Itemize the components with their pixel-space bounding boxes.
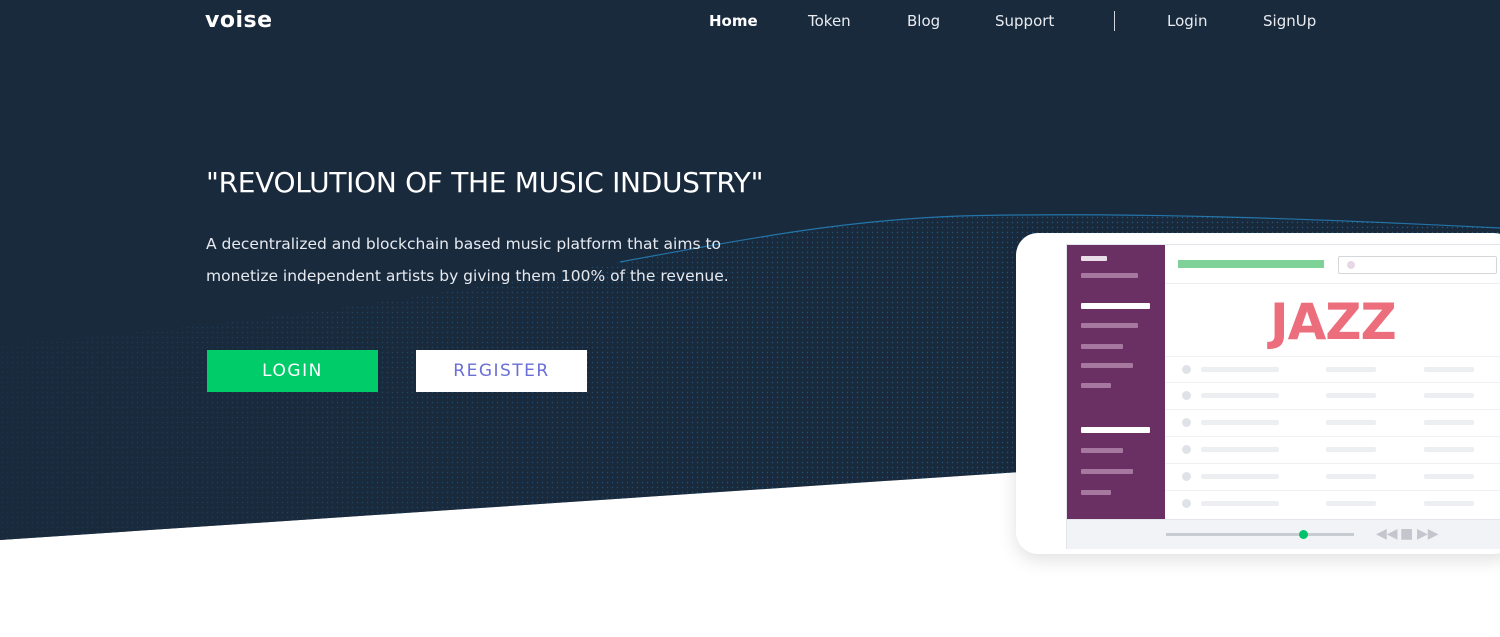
genre-title: JAZZ bbox=[1270, 293, 1397, 351]
track-album bbox=[1424, 447, 1474, 452]
header-divider bbox=[1165, 283, 1500, 284]
track-dot-icon bbox=[1182, 499, 1191, 508]
sidebar-item bbox=[1081, 469, 1133, 474]
track-dot-icon bbox=[1182, 391, 1191, 400]
player-progress-knob bbox=[1298, 530, 1308, 539]
sidebar-item bbox=[1081, 490, 1111, 495]
nav-login[interactable]: Login bbox=[1167, 12, 1207, 30]
player-progress-track bbox=[1166, 533, 1354, 536]
brand-logo[interactable]: voise bbox=[205, 8, 273, 33]
track-artist bbox=[1326, 393, 1376, 398]
top-navigation: voise Home Token Blog Support Login Sign… bbox=[0, 0, 1500, 44]
track-title bbox=[1201, 501, 1279, 506]
device-mockup: JAZZ ◀◀ ■ ▶▶ bbox=[1016, 233, 1500, 554]
app-search-box bbox=[1338, 256, 1497, 274]
track-row bbox=[1165, 409, 1500, 436]
sidebar-section-heading bbox=[1081, 303, 1150, 309]
nav-blog[interactable]: Blog bbox=[907, 12, 940, 30]
register-button[interactable]: REGISTER bbox=[416, 350, 587, 392]
track-album bbox=[1424, 393, 1474, 398]
sidebar-item bbox=[1081, 323, 1138, 328]
track-album bbox=[1424, 367, 1474, 372]
track-artist bbox=[1326, 501, 1376, 506]
nav-home[interactable]: Home bbox=[709, 12, 758, 30]
track-row bbox=[1165, 356, 1500, 383]
track-artist bbox=[1326, 367, 1376, 372]
sidebar-section-heading bbox=[1081, 427, 1150, 433]
track-artist bbox=[1326, 474, 1376, 479]
track-row bbox=[1165, 436, 1500, 463]
search-icon bbox=[1347, 261, 1355, 269]
track-row bbox=[1165, 490, 1500, 517]
rewind-icon: ◀◀ bbox=[1376, 526, 1398, 542]
fast-forward-icon: ▶▶ bbox=[1417, 526, 1439, 542]
stop-icon: ■ bbox=[1400, 526, 1414, 542]
hero-section: voise Home Token Blog Support Login Sign… bbox=[0, 0, 1500, 637]
nav-support[interactable]: Support bbox=[995, 12, 1054, 30]
track-title bbox=[1201, 474, 1279, 479]
track-title bbox=[1201, 367, 1279, 372]
track-dot-icon bbox=[1182, 418, 1191, 427]
track-title bbox=[1201, 447, 1279, 452]
nav-divider bbox=[1114, 11, 1115, 31]
track-album bbox=[1424, 501, 1474, 506]
track-album bbox=[1424, 474, 1474, 479]
track-dot-icon bbox=[1182, 445, 1191, 454]
track-artist bbox=[1326, 447, 1376, 452]
app-sidebar bbox=[1067, 245, 1165, 519]
track-row bbox=[1165, 382, 1500, 409]
sidebar-item bbox=[1081, 383, 1111, 388]
header-bar bbox=[1178, 260, 1324, 268]
track-row bbox=[1165, 463, 1500, 490]
hero-subheadline: A decentralized and blockchain based mus… bbox=[206, 235, 729, 285]
app-screen: JAZZ ◀◀ ■ ▶▶ bbox=[1066, 244, 1500, 549]
sidebar-item bbox=[1081, 273, 1138, 278]
nav-token[interactable]: Token bbox=[808, 12, 851, 30]
login-button[interactable]: LOGIN bbox=[207, 350, 378, 392]
track-dot-icon bbox=[1182, 365, 1191, 374]
hero-headline: "REVOLUTION OF THE MUSIC INDUSTRY" bbox=[206, 166, 764, 199]
track-artist bbox=[1326, 420, 1376, 425]
sidebar-item bbox=[1081, 363, 1133, 368]
nav-signup[interactable]: SignUp bbox=[1263, 12, 1316, 30]
track-dot-icon bbox=[1182, 472, 1191, 481]
music-player-bar: ◀◀ ■ ▶▶ bbox=[1067, 519, 1500, 549]
sidebar-item bbox=[1081, 256, 1107, 261]
sidebar-item bbox=[1081, 344, 1123, 349]
sidebar-item bbox=[1081, 448, 1123, 453]
track-album bbox=[1424, 420, 1474, 425]
track-title bbox=[1201, 393, 1279, 398]
track-title bbox=[1201, 420, 1279, 425]
